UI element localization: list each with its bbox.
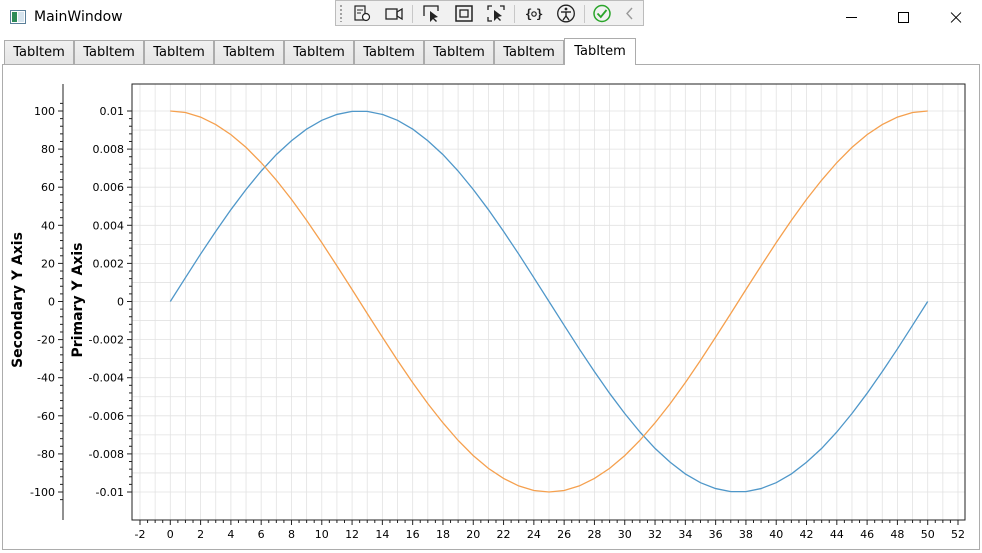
secondary-y-tick-label: 0 (48, 296, 55, 309)
x-tick-label: 14 (375, 528, 389, 541)
x-tick-label: 2 (197, 528, 204, 541)
primary-y-tick-label: 0.006 (93, 181, 125, 194)
x-tick-label: 20 (466, 528, 480, 541)
secondary-y-tick-label: -40 (37, 372, 55, 385)
x-tick-label: 4 (227, 528, 234, 541)
secondary-y-tick-label: -80 (37, 448, 55, 461)
x-tick-label: 32 (648, 528, 662, 541)
primary-y-tick-label: -0.006 (89, 410, 124, 423)
secondary-y-tick-label: 60 (41, 181, 55, 194)
x-tick-label: 52 (951, 528, 965, 541)
line-chart: -2 0 2 4 6 8 10 12 14 16 18 20 22 24 26 28 30 32 34 36 38 40 4… (10, 83, 966, 541)
grid-lines (132, 84, 965, 520)
secondary-y-axis-title: Secondary Y Axis (10, 232, 26, 368)
x-tick-label: 42 (800, 528, 814, 541)
primary-y-tick-label: 0 (117, 296, 124, 309)
x-tick-label: 30 (618, 528, 632, 541)
x-tick-label: 46 (860, 528, 874, 541)
primary-y-tick-label: -0.008 (89, 448, 124, 461)
x-tick-label: 10 (315, 528, 329, 541)
x-tick-label: 48 (890, 528, 904, 541)
x-tick-label: 16 (406, 528, 420, 541)
x-tick-label: -2 (135, 528, 146, 541)
x-tick-label: 8 (288, 528, 295, 541)
x-tick-label: 0 (167, 528, 174, 541)
secondary-y-tick-label: 100 (34, 105, 55, 118)
primary-y-tick-label: -0.004 (89, 372, 124, 385)
x-tick-label: 18 (436, 528, 450, 541)
primary-y-tick-label: -0.002 (89, 334, 124, 347)
primary-y-tick-label: 0.01 (100, 105, 125, 118)
secondary-y-tick-label: 20 (41, 257, 55, 270)
x-tick-label: 50 (921, 528, 935, 541)
secondary-y-tick-label: 80 (41, 143, 55, 156)
secondary-y-tick-label: -20 (37, 334, 55, 347)
secondary-y-tick-label: 40 (41, 219, 55, 232)
primary-y-tick-label: 0.002 (93, 257, 125, 270)
tab-item-9[interactable]: TabItem (564, 38, 636, 65)
secondary-y-tick-label: -60 (37, 410, 55, 423)
x-tick-label: 24 (527, 528, 541, 541)
secondary-y-tick-label: -100 (30, 486, 55, 499)
x-tick-label: 34 (678, 528, 692, 541)
x-tick-label: 36 (709, 528, 723, 541)
x-tick-label: 6 (258, 528, 265, 541)
primary-y-tick-label: 0.008 (93, 143, 125, 156)
primary-y-tick-label: -0.01 (96, 486, 124, 499)
x-tick-label: 22 (497, 528, 511, 541)
x-tick-label: 26 (557, 528, 571, 541)
primary-y-axis-title: Primary Y Axis (70, 243, 86, 358)
x-tick-label: 40 (769, 528, 783, 541)
x-tick-label: 44 (830, 528, 844, 541)
x-tick-label: 28 (587, 528, 601, 541)
primary-y-tick-label: 0.004 (93, 219, 125, 232)
x-tick-label: 12 (345, 528, 359, 541)
x-tick-label: 38 (739, 528, 753, 541)
